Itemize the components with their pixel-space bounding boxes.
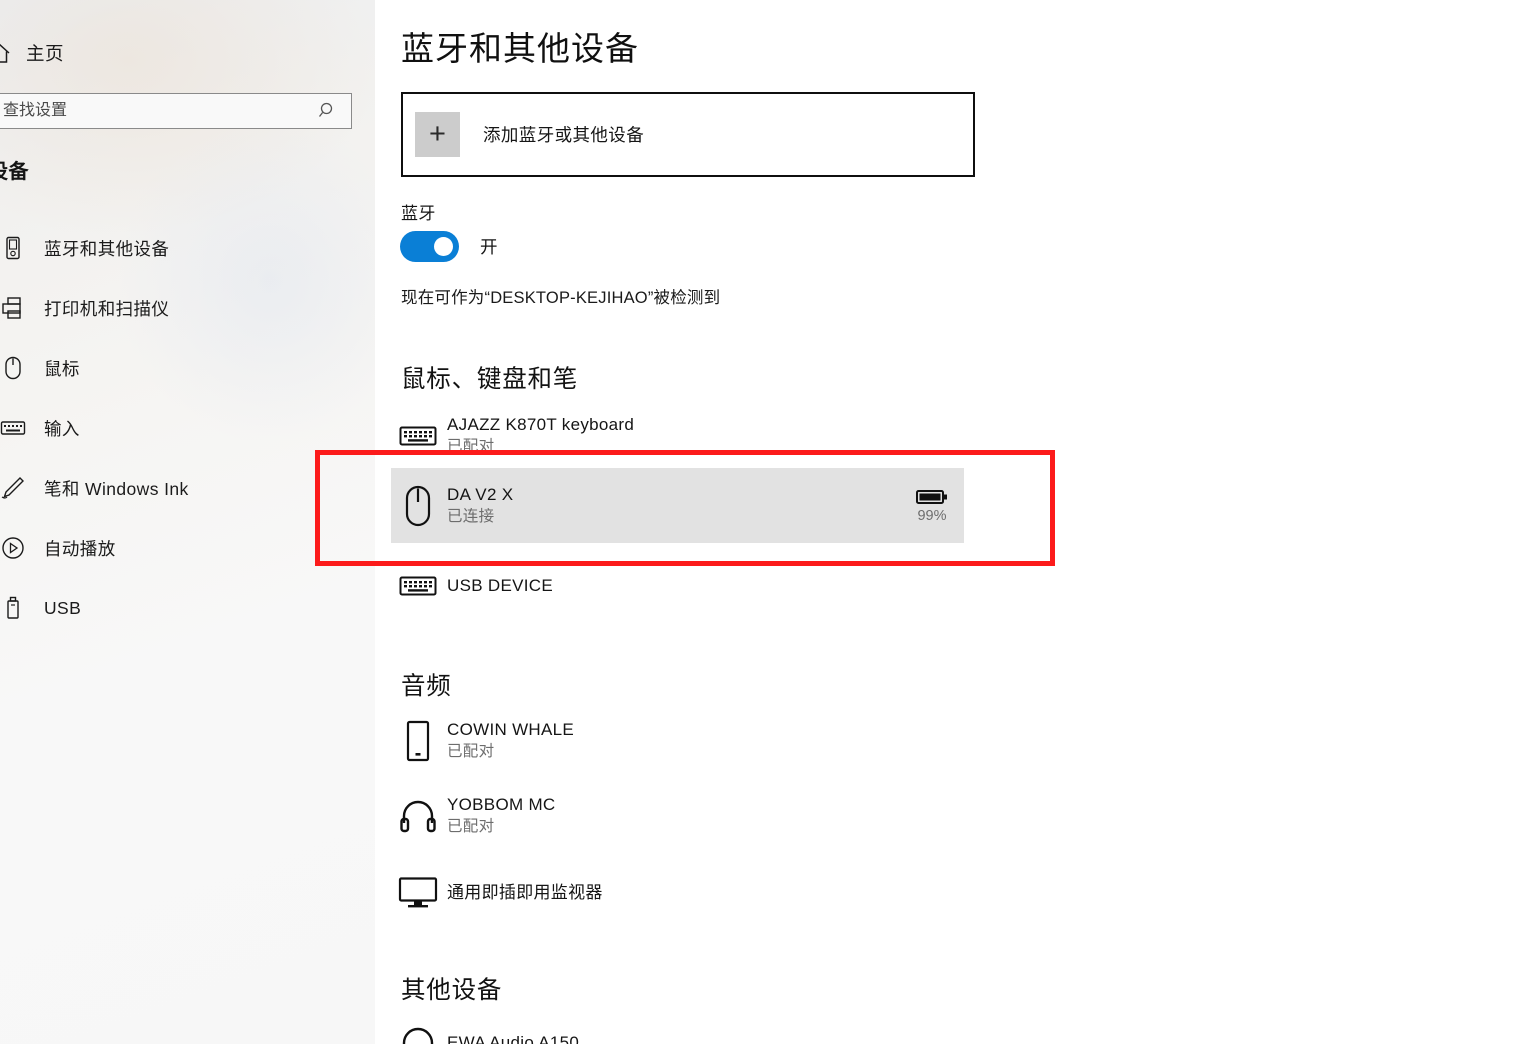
keyboard-icon	[391, 572, 445, 600]
sidebar-item-usb[interactable]: USB	[0, 578, 361, 638]
device-name: YOBBOM MC	[447, 795, 556, 815]
discoverable-status-text: 现在可作为“DESKTOP-KEJIHAO”被检测到	[401, 289, 721, 307]
bluetooth-device-icon	[0, 235, 26, 261]
bluetooth-toggle[interactable]	[401, 232, 458, 261]
device-status: 已配对	[447, 743, 495, 760]
sidebar-nav: 蓝牙和其他设备 打印机和扫描仪 鼠标 输入 笔和 Windows Ink 自动播…	[0, 218, 361, 638]
device-name: USB DEVICE	[447, 575, 553, 595]
printer-icon	[0, 295, 26, 321]
device-status: 已配对	[447, 438, 495, 455]
sidebar-item-autoplay[interactable]: 自动播放	[0, 518, 361, 578]
battery-percentage: 99%	[917, 507, 947, 524]
device-name: 通用即插即用监视器	[447, 882, 603, 902]
autoplay-icon	[0, 535, 26, 561]
sidebar-item-label: 笔和 Windows Ink	[44, 478, 189, 499]
sidebar-item-label: 打印机和扫描仪	[44, 298, 170, 319]
group-title-other-devices: 其他设备	[401, 977, 503, 1004]
device-row-ajazz-keyboard[interactable]: AJAZZ K870T keyboard 已配对	[391, 405, 964, 467]
device-status: 已连接	[447, 507, 495, 525]
toggle-knob	[434, 237, 453, 256]
headphones-icon	[391, 799, 445, 833]
settings-main-content: 蓝牙和其他设备 + 添加蓝牙或其他设备 蓝牙 开 现在可作为“DESKTOP-K…	[375, 0, 1526, 1044]
device-name: COWIN WHALE	[447, 720, 575, 740]
mouse-icon	[0, 355, 26, 381]
pen-icon	[0, 475, 26, 501]
sidebar-item-label: USB	[44, 597, 82, 618]
home-icon	[0, 40, 12, 66]
sidebar-item-mouse[interactable]: 鼠标	[0, 338, 361, 398]
add-device-label: 添加蓝牙或其他设备	[483, 125, 645, 145]
add-bluetooth-or-other-device-button[interactable]: + 添加蓝牙或其他设备	[401, 92, 975, 177]
device-row-cowin-whale[interactable]: COWIN WHALE 已配对	[391, 710, 964, 772]
plus-icon: +	[415, 112, 460, 157]
search-icon[interactable]	[313, 101, 343, 121]
device-name: AJAZZ K870T keyboard	[447, 415, 635, 435]
phone-icon	[391, 720, 445, 762]
device-name: EWA Audio A150	[447, 1032, 580, 1044]
sidebar-home-label: 主页	[26, 43, 65, 64]
bluetooth-toggle-row[interactable]: 开	[401, 232, 498, 261]
battery-indicator: 99%	[916, 488, 948, 524]
device-row-yobbom-mc[interactable]: YOBBOM MC 已配对	[391, 785, 964, 847]
device-row-da-v2-x[interactable]: DA V2 X 已连接 99%	[391, 468, 964, 543]
search-box[interactable]	[0, 93, 352, 129]
search-input[interactable]	[0, 101, 313, 121]
sidebar-item-label: 蓝牙和其他设备	[44, 238, 170, 259]
device-status: 已配对	[447, 818, 495, 835]
device-row-ewa-audio-a150[interactable]: EWA Audio A150	[391, 1012, 964, 1044]
sidebar-item-printers-and-scanners[interactable]: 打印机和扫描仪	[0, 278, 361, 338]
group-title-audio: 音频	[401, 673, 452, 700]
settings-sidebar: 主页 设备 蓝牙和其他设备	[0, 0, 375, 1044]
mouse-icon	[391, 485, 445, 527]
sidebar-item-pen-and-windows-ink[interactable]: 笔和 Windows Ink	[0, 458, 361, 518]
sidebar-item-label: 鼠标	[44, 358, 80, 379]
sidebar-section-title: 设备	[0, 161, 29, 183]
group-title-mouse-keyboard-pen: 鼠标、键盘和笔	[401, 366, 579, 393]
headphones-icon	[391, 1026, 445, 1044]
sidebar-item-typing[interactable]: 输入	[0, 398, 361, 458]
sidebar-home-item[interactable]: 主页	[0, 36, 186, 70]
device-row-usb-device[interactable]: USB DEVICE	[391, 555, 964, 617]
keyboard-icon	[391, 422, 445, 450]
bluetooth-label: 蓝牙	[401, 204, 436, 223]
battery-icon	[916, 489, 947, 504]
sidebar-item-bluetooth-and-other-devices[interactable]: 蓝牙和其他设备	[0, 218, 361, 278]
device-row-generic-pnp-monitor[interactable]: 通用即插即用监视器	[391, 862, 964, 924]
page-title: 蓝牙和其他设备	[401, 30, 639, 67]
sidebar-item-label: 输入	[44, 418, 80, 439]
bluetooth-toggle-state: 开	[480, 237, 498, 257]
sidebar-item-label: 自动播放	[44, 538, 116, 559]
device-name: DA V2 X	[447, 484, 514, 504]
keyboard-input-icon	[0, 415, 26, 441]
usb-icon	[0, 595, 26, 621]
monitor-icon	[391, 876, 445, 910]
plus-glyph: +	[429, 118, 446, 150]
